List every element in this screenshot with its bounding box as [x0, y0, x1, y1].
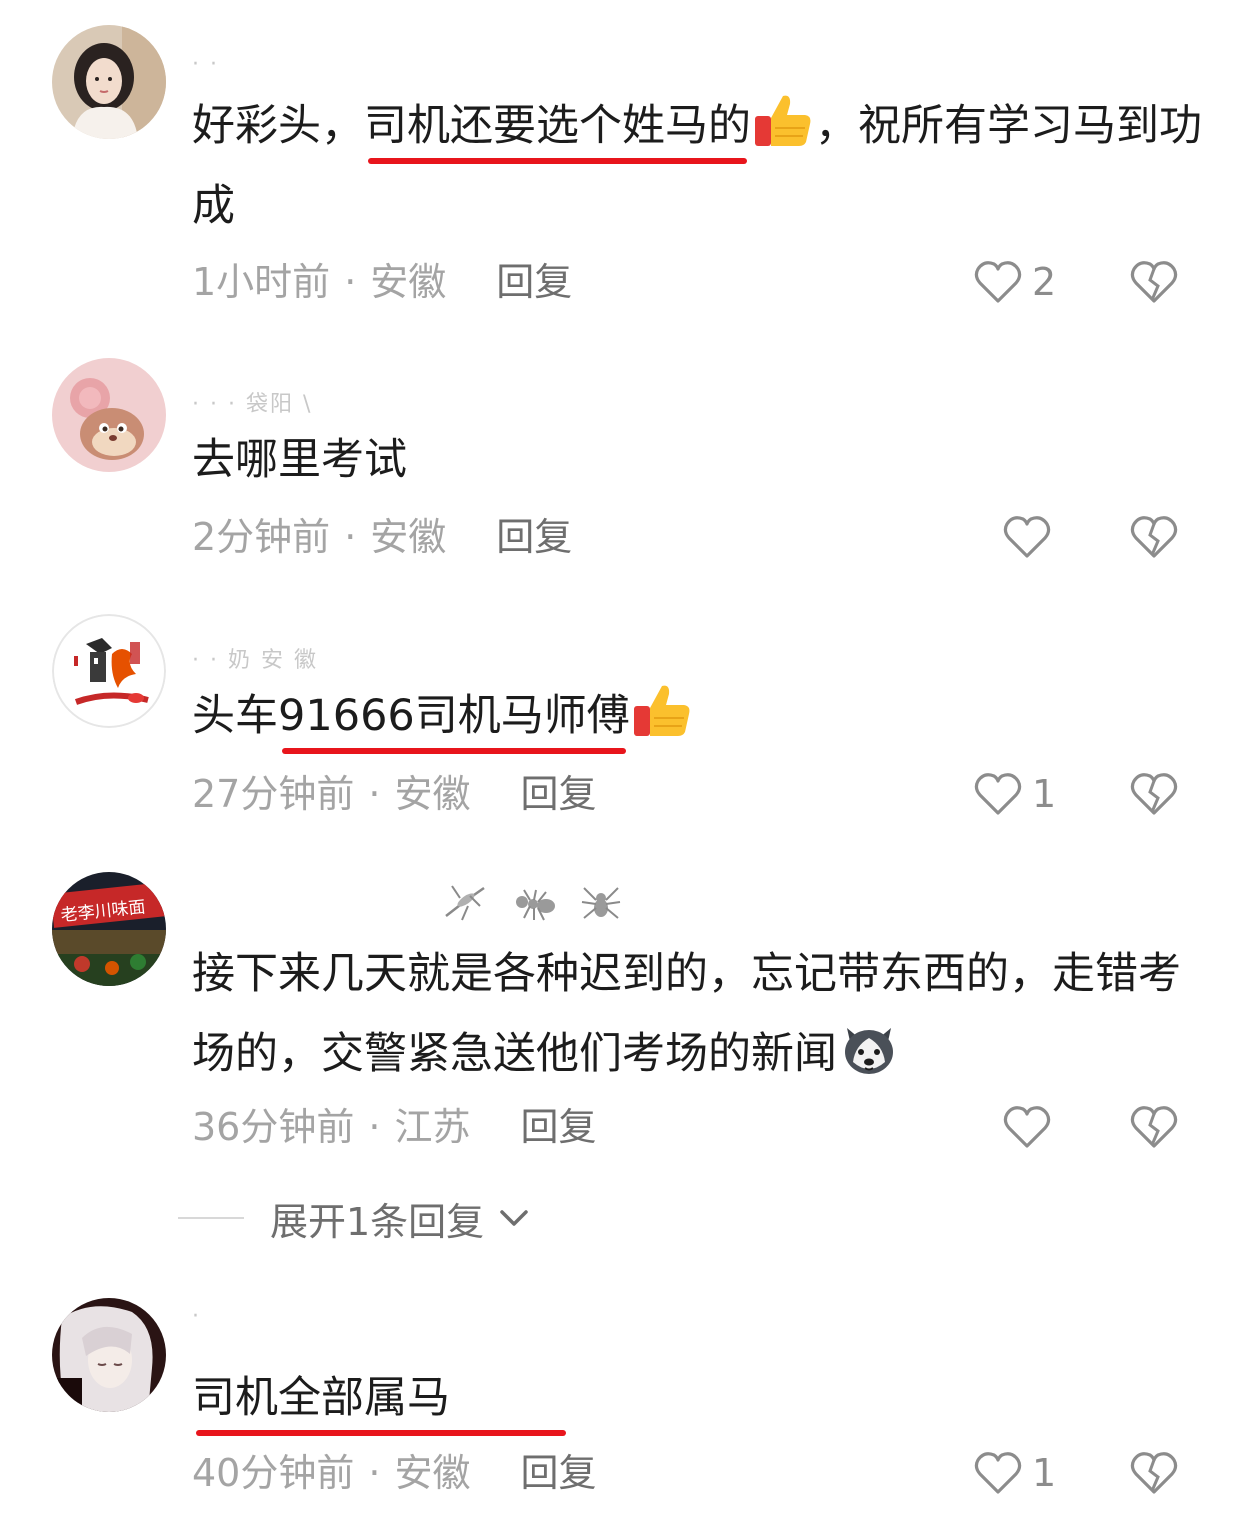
comment-meta: 1小时前 · 安徽 回复 — [192, 252, 572, 312]
location: 安徽 — [370, 515, 447, 559]
avatar[interactable] — [52, 358, 166, 472]
comment-meta: 2分钟前 · 安徽 回复 — [192, 507, 572, 567]
broken-heart-icon — [1130, 261, 1178, 303]
heart-outline-icon — [974, 261, 1022, 303]
like-button[interactable]: 1 — [972, 764, 1056, 824]
username-emoji-bugs — [440, 876, 626, 926]
dislike-button[interactable] — [1128, 511, 1180, 563]
avatar[interactable] — [52, 614, 166, 728]
like-count: 1 — [1032, 1451, 1057, 1495]
dislike-button[interactable] — [1128, 1101, 1180, 1153]
username[interactable]: · · 奶 安 徽 — [192, 642, 318, 674]
dislike-button[interactable] — [1128, 768, 1180, 820]
comment-text: 接下来几天就是各种迟到的，忘记带东西的，走错考场的，交警紧急送他们考场的新闻 — [192, 949, 1181, 1080]
username[interactable]: · · — [192, 52, 219, 77]
reply-button[interactable]: 回复 — [520, 1105, 596, 1149]
broken-heart-icon — [1130, 1452, 1178, 1494]
ant-icon — [516, 889, 555, 921]
reply-button[interactable]: 回复 — [520, 1451, 596, 1495]
like-button[interactable]: 2 — [972, 252, 1056, 312]
chevron-down-icon — [500, 1210, 528, 1226]
divider — [178, 1217, 244, 1219]
timestamp: 2分钟前 — [192, 515, 331, 559]
separator: · — [368, 1105, 381, 1149]
timestamp: 40分钟前 — [192, 1451, 355, 1495]
separator: · — [368, 1451, 381, 1495]
like-button[interactable] — [1001, 507, 1061, 567]
underlined-text: 司机还要选个姓马的 — [364, 86, 751, 166]
comment-text: 司机全部属马 — [192, 1358, 1202, 1438]
location: 安徽 — [394, 1451, 471, 1495]
timestamp: 36分钟前 — [192, 1105, 355, 1149]
location: 安徽 — [394, 772, 471, 816]
reply-button[interactable]: 回复 — [496, 515, 572, 559]
comment-meta: 36分钟前 · 江苏 回复 — [192, 1097, 596, 1157]
username[interactable]: · · · 袋阳 \ — [192, 386, 312, 418]
dislike-button[interactable] — [1128, 256, 1180, 308]
separator: · — [344, 515, 357, 559]
thumbs-up-emoji — [751, 88, 815, 152]
like-button[interactable] — [1001, 1097, 1061, 1157]
like-count: 2 — [1032, 260, 1057, 304]
location: 安徽 — [370, 260, 447, 304]
spider-icon — [581, 887, 621, 919]
expand-replies-button[interactable]: 展开1条回复 — [178, 1188, 534, 1248]
thumbs-up-emoji — [630, 678, 694, 742]
comment-meta: 40分钟前 · 安徽 回复 — [192, 1443, 596, 1503]
comment-text: 去哪里考试 — [192, 435, 407, 485]
heart-outline-icon — [1003, 1106, 1051, 1148]
heart-outline-icon — [974, 773, 1022, 815]
username[interactable]: · — [192, 1304, 201, 1329]
heart-outline-icon — [974, 1452, 1022, 1494]
husky-emoji — [837, 1016, 901, 1080]
mosquito-icon — [445, 885, 485, 921]
broken-heart-icon — [1130, 516, 1178, 558]
like-button[interactable]: 1 — [972, 1443, 1056, 1503]
broken-heart-icon — [1130, 773, 1178, 815]
avatar[interactable] — [52, 25, 166, 139]
separator: · — [344, 260, 357, 304]
comment-meta: 27分钟前 · 安徽 回复 — [192, 764, 596, 824]
timestamp: 1小时前 — [192, 260, 331, 304]
dislike-button[interactable] — [1128, 1447, 1180, 1499]
underlined-text: 91666司机马师傅 — [278, 676, 630, 756]
like-count: 1 — [1032, 772, 1057, 816]
broken-heart-icon — [1130, 1106, 1178, 1148]
avatar[interactable]: 老李川味面 — [52, 872, 166, 986]
reply-button[interactable]: 回复 — [496, 260, 572, 304]
reply-button[interactable]: 回复 — [520, 772, 596, 816]
avatar[interactable] — [52, 1298, 166, 1412]
comment-text: 好彩头，司机还要选个姓马的 ，祝所有学习马到功成 — [192, 86, 1202, 246]
location: 江苏 — [394, 1105, 471, 1149]
heart-outline-icon — [1003, 516, 1051, 558]
underlined-text: 司机全部属马 — [192, 1358, 570, 1438]
expand-replies-label: 展开1条回复 — [270, 1199, 485, 1244]
timestamp: 27分钟前 — [192, 772, 355, 816]
comment-text: 头车91666司机马师傅 — [192, 676, 1202, 756]
separator: · — [368, 772, 381, 816]
